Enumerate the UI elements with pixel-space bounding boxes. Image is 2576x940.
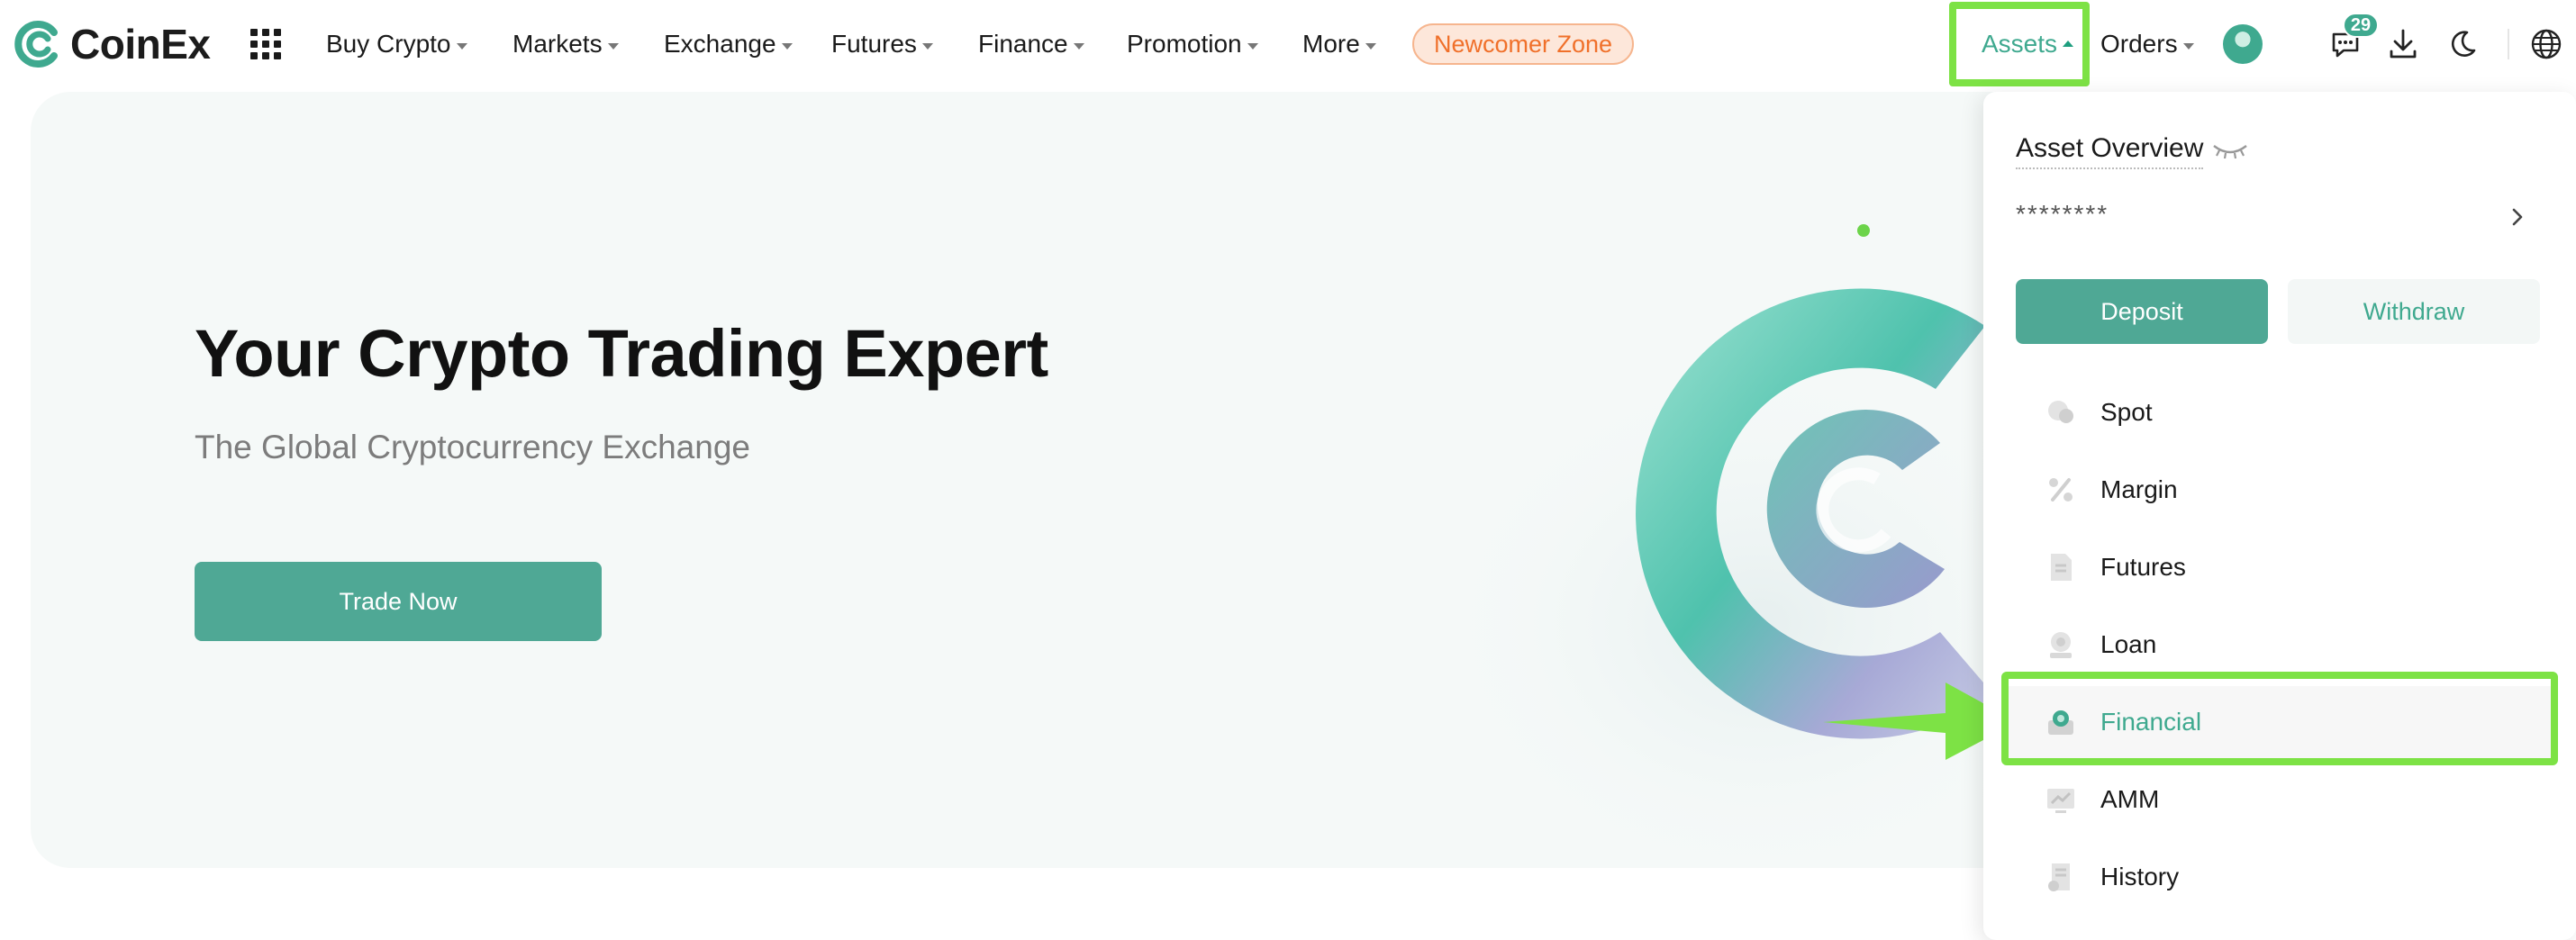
nav-label: Finance [978, 30, 1068, 58]
trade-now-button[interactable]: Trade Now [195, 562, 602, 641]
menu-item-futures[interactable]: Futures [2001, 531, 2558, 603]
caret-down-icon [2182, 42, 2194, 50]
chart-icon [2047, 789, 2074, 813]
menu-item-label: Spot [2100, 398, 2153, 426]
balance-hidden-value: ******** [2016, 200, 2109, 228]
percent-icon [2049, 478, 2073, 502]
nav-label: More [1302, 30, 1360, 58]
asset-overview-title[interactable]: Asset Overview [2016, 133, 2204, 169]
caret-down-icon [781, 42, 793, 50]
download-icon[interactable] [2387, 27, 2419, 61]
menu-item-loan[interactable]: Loan [2001, 609, 2558, 681]
hero-title: Your Crypto Trading Expert [195, 316, 1048, 391]
nav-divider [2508, 29, 2509, 59]
caret-down-icon [1247, 42, 1258, 50]
nav-finance[interactable]: Finance [978, 25, 1084, 63]
newcomer-zone-button[interactable]: Newcomer Zone [1412, 23, 1635, 65]
menu-item-label: Loan [2100, 630, 2157, 658]
moon-icon[interactable] [2446, 27, 2479, 61]
nav-label: Promotion [1127, 30, 1242, 58]
caret-down-icon [1073, 42, 1084, 50]
logo-text: CoinEx [70, 21, 211, 68]
document-icon [2051, 554, 2072, 581]
menu-item-margin[interactable]: Margin [2001, 454, 2558, 526]
nav-exchange[interactable]: Exchange [664, 25, 793, 63]
history-icon [2048, 863, 2070, 891]
top-navigation: CoinEx Buy Crypto Markets Exchange Futur… [0, 0, 2576, 88]
nav-orders[interactable]: Orders [2100, 25, 2194, 63]
caret-down-icon [921, 42, 933, 50]
notification-badge: 29 [2343, 13, 2379, 38]
menu-item-label: Futures [2100, 553, 2186, 581]
chevron-right-icon[interactable] [2508, 203, 2527, 230]
coins-icon [2048, 401, 2073, 423]
nav-label: Buy Crypto [326, 30, 451, 58]
menu-item-label: AMM [2100, 785, 2160, 813]
caret-down-icon [456, 42, 467, 50]
coinex-logo[interactable]: CoinEx [14, 18, 211, 70]
menu-item-history[interactable]: History [2001, 841, 2558, 913]
eye-closed-icon[interactable] [2210, 139, 2250, 162]
globe-icon[interactable] [2529, 27, 2563, 61]
nav-promotion[interactable]: Promotion [1127, 25, 1258, 63]
nav-label: Orders [2100, 30, 2178, 58]
nav-markets[interactable]: Markets [512, 25, 619, 63]
nav-more[interactable]: More [1302, 25, 1376, 63]
coinex-logo-icon [14, 21, 58, 68]
menu-item-spot[interactable]: Spot [2001, 376, 2558, 448]
menu-item-label: Margin [2100, 475, 2178, 503]
hero-subtitle: The Global Cryptocurrency Exchange [195, 429, 750, 465]
financial-highlight-box [2001, 672, 2558, 765]
loan-icon [2050, 632, 2072, 658]
withdraw-button[interactable]: Withdraw [2288, 279, 2540, 344]
caret-down-icon [1365, 42, 1376, 50]
nav-buy-crypto[interactable]: Buy Crypto [326, 25, 467, 63]
nav-label: Markets [512, 30, 603, 58]
nav-label: Futures [831, 30, 917, 58]
deposit-button[interactable]: Deposit [2016, 279, 2268, 344]
nav-label: Exchange [664, 30, 776, 58]
apps-grid-icon[interactable] [250, 29, 281, 59]
assets-dropdown-menu: Asset Overview ******** Deposit Withdraw… [1983, 92, 2576, 940]
nav-futures[interactable]: Futures [831, 25, 933, 63]
menu-item-amm[interactable]: AMM [2001, 764, 2558, 836]
assets-highlight-box [1949, 2, 2090, 86]
hero-banner: Your Crypto Trading Expert The Global Cr… [31, 92, 2102, 868]
caret-down-icon [607, 42, 619, 50]
user-avatar[interactable] [2223, 24, 2263, 64]
menu-item-label: History [2100, 863, 2180, 890]
